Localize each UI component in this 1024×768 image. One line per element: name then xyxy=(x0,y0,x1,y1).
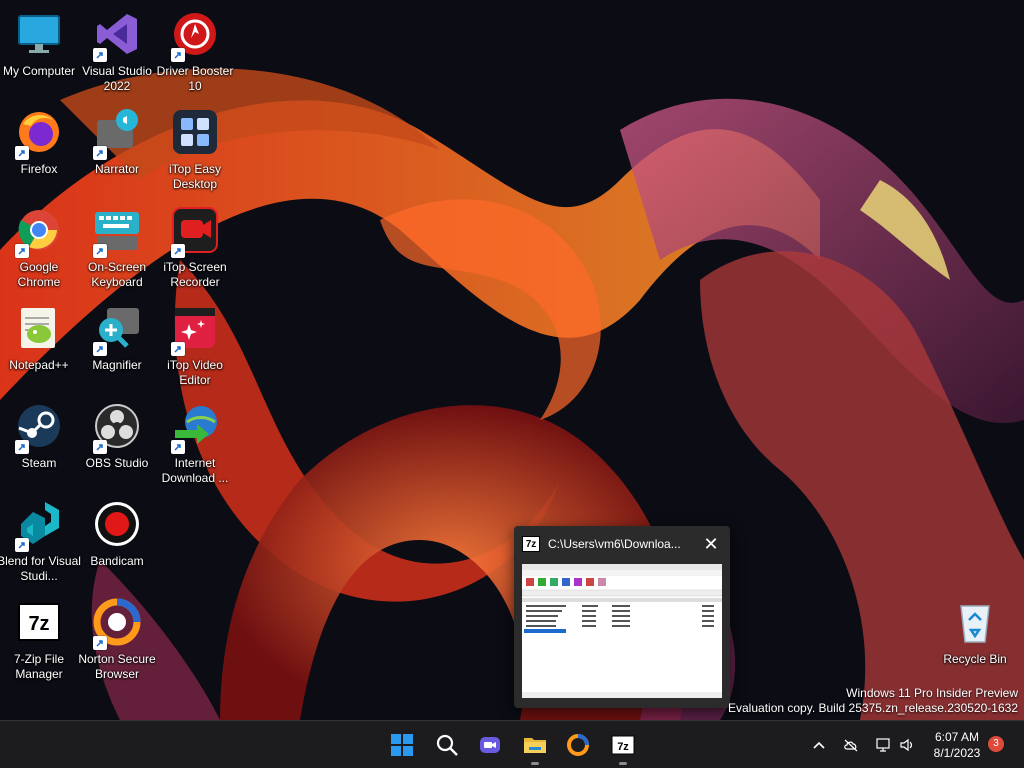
desktop-icon-visual-studio[interactable]: Visual Studio 2022 xyxy=(78,4,156,100)
taskbar-thumbnail-preview[interactable]: 7z C:\Users\vm6\Downloa... ✕ xyxy=(514,526,730,708)
shortcut-arrow-icon xyxy=(93,440,107,454)
itop-easy-desktop-icon xyxy=(173,110,217,154)
windows-watermark: Windows 11 Pro Insider Preview Evaluatio… xyxy=(728,686,1018,716)
desktop-icon-steam[interactable]: Steam xyxy=(0,396,78,492)
desktop-icon-bandicam[interactable]: Bandicam xyxy=(78,494,156,590)
icon-label: Norton Secure Browser xyxy=(78,652,156,681)
running-indicator xyxy=(531,762,539,765)
clock-time: 6:07 AM xyxy=(934,730,980,744)
start-button[interactable] xyxy=(386,729,418,761)
shortcut-arrow-icon xyxy=(171,244,185,258)
taskbar: 7z 6:07 AM 8/1/2023 3 xyxy=(0,720,1024,768)
icon-label: OBS Studio xyxy=(85,456,149,470)
window-thumbnail-image xyxy=(522,564,722,698)
icon-label: My Computer xyxy=(2,64,76,78)
show-hidden-icons-button[interactable] xyxy=(808,733,830,757)
desktop-icon-itop-screen-recorder[interactable]: iTop Screen Recorder xyxy=(156,200,234,296)
icon-label: Blend for Visual Studi... xyxy=(0,554,81,583)
icon-label: Notepad++ xyxy=(9,358,69,372)
shortcut-arrow-icon xyxy=(15,440,29,454)
file-explorer-button[interactable] xyxy=(519,729,551,765)
watermark-build: Evaluation copy. Build 25375.zn_release.… xyxy=(728,701,1018,715)
preview-header: 7z C:\Users\vm6\Downloa... ✕ xyxy=(514,526,730,562)
desktop-icon-seven-zip[interactable]: 7z 7-Zip File Manager xyxy=(0,592,78,688)
desktop-icon-my-computer[interactable]: My Computer xyxy=(0,4,78,100)
desktop-icon-driver-booster[interactable]: Driver Booster 10 xyxy=(156,4,234,100)
network-status[interactable] xyxy=(872,733,894,757)
volume-icon xyxy=(900,738,913,752)
desktop-icon-narrator[interactable]: Narrator xyxy=(78,102,156,198)
preview-title: C:\Users\vm6\Downloa... xyxy=(548,537,681,551)
icon-label: Steam xyxy=(21,456,57,470)
recycle-bin-icon xyxy=(960,605,990,643)
icon-label: On-Screen Keyboard xyxy=(87,260,147,289)
icon-label: iTop Easy Desktop xyxy=(168,162,222,191)
cloud-off-icon xyxy=(844,739,858,752)
desktop-icon-itop-video-editor[interactable]: iTop Video Editor xyxy=(156,298,234,394)
volume-control[interactable] xyxy=(896,733,918,757)
desktop-icon-notepad-plus-plus[interactable]: Notepad++ xyxy=(0,298,78,394)
bandicam-icon xyxy=(95,502,139,546)
icon-label: Google Chrome xyxy=(17,260,61,289)
icon-label: iTop Video Editor xyxy=(167,358,223,387)
svg-text:7z: 7z xyxy=(28,613,49,635)
clock[interactable]: 6:07 AM 8/1/2023 xyxy=(924,729,990,761)
notepad-plus-plus-icon xyxy=(21,308,55,348)
norton-browser-icon xyxy=(567,734,589,756)
seven-zip-icon: 7z xyxy=(18,603,60,641)
search-button[interactable] xyxy=(431,729,463,761)
desktop-icon-internet-download-manager[interactable]: Internet Download ... xyxy=(156,396,234,492)
teams-chat-icon xyxy=(480,737,500,753)
svg-text:7z: 7z xyxy=(617,741,629,753)
shortcut-arrow-icon xyxy=(93,146,107,160)
search-icon xyxy=(436,734,458,756)
desktop-icon-recycle-bin[interactable]: Recycle Bin xyxy=(936,592,1014,688)
shortcut-arrow-icon xyxy=(171,48,185,62)
onedrive-status[interactable] xyxy=(840,733,862,757)
desktop-icon-itop-easy-desktop[interactable]: iTop Easy Desktop xyxy=(156,102,234,198)
clock-date: 8/1/2023 xyxy=(933,746,981,760)
network-icon xyxy=(876,738,890,752)
shortcut-arrow-icon xyxy=(93,48,107,62)
icon-label: Driver Booster 10 xyxy=(156,64,234,93)
close-icon[interactable]: ✕ xyxy=(700,535,722,553)
chat-button[interactable] xyxy=(474,729,506,761)
icon-label: Visual Studio 2022 xyxy=(82,64,152,93)
shortcut-arrow-icon xyxy=(171,440,185,454)
desktop-icon-firefox[interactable]: Firefox xyxy=(0,102,78,198)
icon-label: iTop Screen Recorder xyxy=(163,260,227,289)
icon-label: Narrator xyxy=(94,162,139,176)
start-icon xyxy=(391,734,413,756)
icon-label: Bandicam xyxy=(90,554,144,568)
notification-badge[interactable]: 3 xyxy=(988,736,1004,752)
shortcut-arrow-icon xyxy=(93,342,107,356)
desktop-icon-obs-studio[interactable]: OBS Studio xyxy=(78,396,156,492)
shortcut-arrow-icon xyxy=(15,244,29,258)
icon-label: Internet Download ... xyxy=(161,456,229,485)
norton-browser-taskbar-button[interactable] xyxy=(562,729,594,761)
shortcut-arrow-icon xyxy=(93,244,107,258)
icon-label: Firefox xyxy=(20,162,58,176)
desktop-icon-google-chrome[interactable]: Google Chrome xyxy=(0,200,78,296)
desktop-icon-blend[interactable]: Blend for Visual Studi... xyxy=(0,494,81,590)
icon-label: Recycle Bin xyxy=(943,652,1007,666)
file-explorer-icon xyxy=(524,738,546,753)
desktop-icon-on-screen-keyboard[interactable]: On-Screen Keyboard xyxy=(78,200,156,296)
desktop-icon-magnifier[interactable]: Magnifier xyxy=(78,298,156,394)
icon-label: Magnifier xyxy=(92,358,142,372)
shortcut-arrow-icon xyxy=(171,342,185,356)
desktop-icon-norton-secure-browser[interactable]: Norton Secure Browser xyxy=(78,592,156,688)
shortcut-arrow-icon xyxy=(93,636,107,650)
seven-zip-icon: 7z xyxy=(522,536,540,552)
chevron-up-icon xyxy=(813,741,825,749)
icon-label: 7-Zip File Manager xyxy=(13,652,64,681)
watermark-edition: Windows 11 Pro Insider Preview xyxy=(846,686,1018,700)
seven-zip-taskbar-button[interactable]: 7z xyxy=(607,729,639,765)
seven-zip-icon: 7z xyxy=(611,735,635,755)
shortcut-arrow-icon xyxy=(15,146,29,160)
running-indicator xyxy=(619,762,627,765)
monitor-icon xyxy=(18,15,60,53)
shortcut-arrow-icon xyxy=(15,538,29,552)
preview-window-thumbnail[interactable] xyxy=(522,564,722,698)
